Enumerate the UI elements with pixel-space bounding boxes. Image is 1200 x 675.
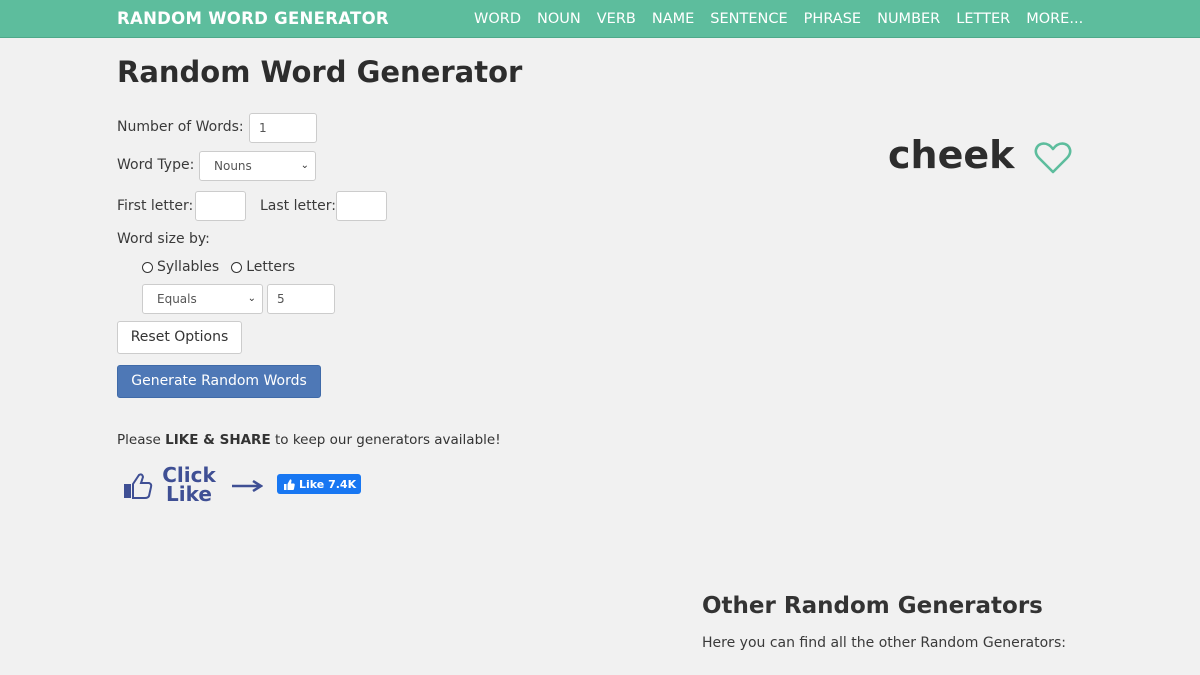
other-generators-title: Other Random Generators xyxy=(702,593,1043,619)
comparison-select[interactable]: Equals ⌄ xyxy=(142,284,263,314)
word-type-label: Word Type: xyxy=(117,157,195,173)
nav-link-more[interactable]: MORE... xyxy=(1018,9,1091,29)
first-letter-label: First letter: xyxy=(117,198,194,214)
share-message: Please LIKE & SHARE to keep our generato… xyxy=(117,432,501,448)
nav-link-number[interactable]: NUMBER xyxy=(869,9,948,29)
facebook-like-label: Like 7.4K xyxy=(299,477,357,491)
nav-link-phrase[interactable]: PHRASE xyxy=(796,9,869,29)
comparison-selected-value: Equals xyxy=(157,292,197,306)
generate-random-words-button[interactable]: Generate Random Words xyxy=(117,365,321,398)
word-type-select[interactable]: Nouns ⌄ xyxy=(199,151,316,181)
click-like-line2: Like xyxy=(166,482,212,506)
number-of-words-input[interactable]: 1 xyxy=(249,113,317,143)
reset-options-button[interactable]: Reset Options xyxy=(117,321,242,354)
share-prefix: Please xyxy=(117,432,166,448)
word-size-label: Word size by: xyxy=(117,231,210,247)
word-size-input[interactable]: 5 xyxy=(267,284,335,314)
radio-syllables-label[interactable]: Syllables xyxy=(157,259,219,275)
other-generators-subtitle: Here you can find all the other Random G… xyxy=(702,635,1066,651)
first-letter-input[interactable] xyxy=(195,191,246,221)
generated-word: cheek xyxy=(888,133,1015,177)
click-like-text: Click Like xyxy=(158,465,220,506)
number-of-words-label: Number of Words: xyxy=(117,119,244,135)
nav-link-word[interactable]: WORD xyxy=(466,9,529,29)
chevron-down-icon: ⌄ xyxy=(300,160,309,171)
nav-menu: WORD NOUN VERB NAME SENTENCE PHRASE NUMB… xyxy=(466,9,1091,29)
nav-link-sentence[interactable]: SENTENCE xyxy=(702,9,795,29)
facebook-like-icon xyxy=(284,478,295,490)
thumbs-up-icon xyxy=(124,473,153,499)
heart-icon[interactable] xyxy=(1034,141,1072,175)
top-navbar: RANDOM WORD GENERATOR WORD NOUN VERB NAM… xyxy=(0,0,1200,38)
arrow-right-icon xyxy=(232,479,263,493)
chevron-down-icon: ⌄ xyxy=(247,293,256,304)
page-title: Random Word Generator xyxy=(117,55,523,89)
last-letter-input[interactable] xyxy=(336,191,387,221)
nav-link-noun[interactable]: NOUN xyxy=(529,9,589,29)
word-type-selected-value: Nouns xyxy=(214,159,252,173)
facebook-like-button[interactable]: Like 7.4K xyxy=(277,474,361,494)
share-suffix: to keep our generators available! xyxy=(270,432,501,448)
nav-link-verb[interactable]: VERB xyxy=(589,9,644,29)
nav-link-letter[interactable]: LETTER xyxy=(948,9,1018,29)
last-letter-label: Last letter: xyxy=(260,198,336,214)
share-bold: LIKE & SHARE xyxy=(165,432,271,448)
word-size-radio-group: Syllables Letters xyxy=(142,259,307,275)
brand-logo-link[interactable]: RANDOM WORD GENERATOR xyxy=(117,9,389,28)
radio-letters[interactable] xyxy=(231,261,243,273)
nav-link-name[interactable]: NAME xyxy=(644,9,702,29)
radio-letters-label[interactable]: Letters xyxy=(246,259,295,275)
radio-syllables[interactable] xyxy=(142,261,153,273)
